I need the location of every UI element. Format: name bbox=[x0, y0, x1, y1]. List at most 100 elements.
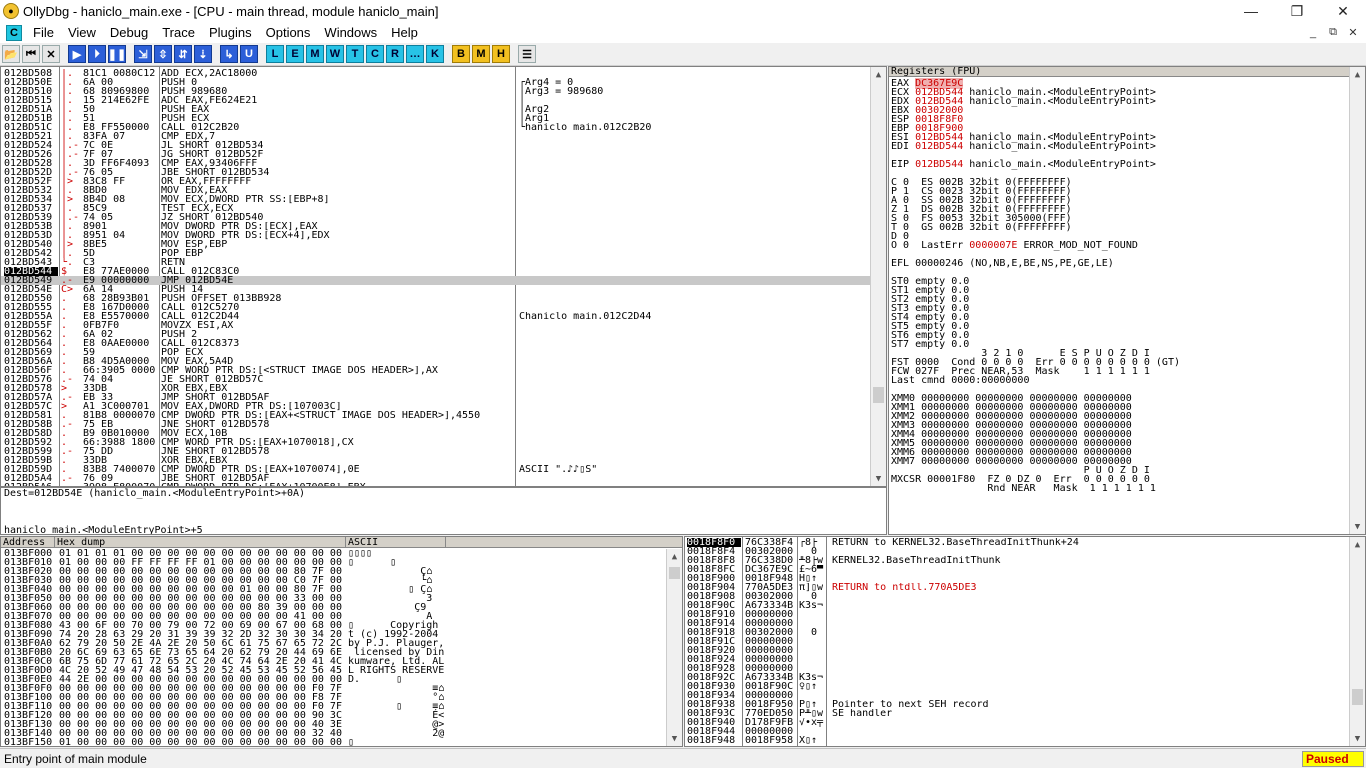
disasm-row[interactable]: 012BD51B |. 51 PUSH ECX │Arg1 bbox=[1, 114, 870, 123]
disasm-row[interactable]: 012BD581. 81B8 0000070 CMP DWORD PTR DS:[E… bbox=[1, 411, 870, 420]
disasm-row[interactable]: 012BD576 .- 74 04 JE SHORT 012BD57C bbox=[1, 375, 870, 384]
close-program-icon[interactable]: ✕ bbox=[42, 45, 60, 63]
menu-help[interactable]: Help bbox=[384, 25, 425, 40]
stack-row[interactable]: 0018F908 00302000 0 bbox=[685, 592, 1349, 601]
menu-windows[interactable]: Windows bbox=[317, 25, 384, 40]
stack-row[interactable]: 0018F91C 00000000 bbox=[685, 637, 1349, 646]
disassembly-scrollbar[interactable]: ▲ ▼ bbox=[870, 67, 886, 486]
disasm-row[interactable]: 012BD58B .- 75 EB JNE SHORT 012BD578 bbox=[1, 420, 870, 429]
disasm-row[interactable]: 012BD521 |. 83FA 07 CMP EDX,7 bbox=[1, 132, 870, 141]
disasm-row[interactable]: 012BD57C > A1 3C000701 MOV EAX,DWORD PTR DS… bbox=[1, 402, 870, 411]
dump-header-address[interactable]: Address bbox=[1, 537, 55, 548]
disasm-row[interactable]: 012BD55A. E8 E5570000 CALL 012C2D44 Chanicl… bbox=[1, 312, 870, 321]
cpu-window-icon[interactable]: C bbox=[6, 24, 22, 41]
disasm-row[interactable]: 012BD562. 6A 02 PUSH 2 bbox=[1, 330, 870, 339]
stack-row[interactable]: 0018F938 0018F950 P▯↑ Pointer to next SEH r… bbox=[685, 700, 1349, 709]
disasm-row[interactable]: 012BD56A. B8 4D5A0000 MOV EAX,5A4D bbox=[1, 357, 870, 366]
disasm-row[interactable]: 012BD526 |.- 7F 07 JG SHORT 012BD52F bbox=[1, 150, 870, 159]
disasm-row[interactable]: 012BD524 |.- 7C 0E JL SHORT 012BD534 bbox=[1, 141, 870, 150]
minimize-button[interactable]: — bbox=[1228, 0, 1274, 22]
disasm-row[interactable]: 012BD58D. B9 0B010000 MOV ECX,10B bbox=[1, 429, 870, 438]
disasm-row[interactable]: 012BD53D |. 8951 04 MOV DWORD PTR DS:[ECX+4… bbox=[1, 231, 870, 240]
disasm-row[interactable]: 012BD532 |. 8BD0 MOV EDX,EAX bbox=[1, 186, 870, 195]
register-value[interactable]: 0000007E bbox=[969, 240, 1017, 251]
disasm-row[interactable]: 012BD540 |> 8BE5 MOV ESP,EBP bbox=[1, 240, 870, 249]
stack-row[interactable]: 0018F944 00000000 bbox=[685, 727, 1349, 736]
register-line[interactable]: O 0 LastErr 0000007E ERROR_MOD_NOT_FOUND bbox=[889, 240, 1365, 251]
disasm-row[interactable]: 012BD508 |. 81C1 0080C12 ADD ECX,2AC18000 bbox=[1, 69, 870, 78]
disasm-row[interactable]: 012BD555. E8 167D0000 CALL 012C5270 bbox=[1, 303, 870, 312]
stack-row[interactable]: 0018F920 00000000 bbox=[685, 646, 1349, 655]
stack-row[interactable]: 0018F904 770A5DE3 π]▯w RETURN to ntdll.770A… bbox=[685, 583, 1349, 592]
options-list-icon[interactable]: ☰ bbox=[518, 45, 536, 63]
stack-row[interactable]: 0018F8F0 76C338F4 ┌8├ RETURN to KERNEL32.Ba… bbox=[685, 538, 1349, 547]
disasm-row[interactable]: 012BD52D |.- 76 05 JBE SHORT 012BD534 bbox=[1, 168, 870, 177]
references-window-icon[interactable]: R bbox=[386, 45, 404, 63]
registers-pane[interactable]: Registers (FPU) EAX DC367E9C ECX 012BD544… bbox=[888, 66, 1366, 535]
execute-till-return-icon[interactable]: ↳ bbox=[220, 45, 238, 63]
disasm-row[interactable]: 012BD564. E8 0AAE0000 CALL 012C8373 bbox=[1, 339, 870, 348]
stack-row[interactable]: 0018F918 00302000 0 bbox=[685, 628, 1349, 637]
stack-row[interactable]: 0018F8FC DC367E9C £~6▀ bbox=[685, 565, 1349, 574]
close-button[interactable]: ✕ bbox=[1320, 0, 1366, 22]
disasm-row[interactable]: 012BD51A |. 50 PUSH EAX │Arg2 bbox=[1, 105, 870, 114]
memory-breakpoints-icon[interactable]: M bbox=[472, 45, 490, 63]
register-line[interactable]: Last cmnd 0000:00000000 bbox=[889, 376, 1365, 386]
run-trace-window-icon[interactable]: … bbox=[406, 45, 424, 63]
disasm-row[interactable]: 012BD52F |> 83C8 FF OR EAX,FFFFFFFF bbox=[1, 177, 870, 186]
disasm-row[interactable]: 012BD543 └. C3 RETN bbox=[1, 258, 870, 267]
stack-row[interactable]: 0018F940 D178F9FB √∙x╤ bbox=[685, 718, 1349, 727]
disasm-row[interactable]: 012BD592. 66:3988 1800 CMP WORD PTR DS:[EA… bbox=[1, 438, 870, 447]
stack-row[interactable]: 0018F914 00000000 bbox=[685, 619, 1349, 628]
disasm-row[interactable]: 012BD515 |. 15 214E62FE ADC EAX,FE624E21 │ bbox=[1, 96, 870, 105]
disasm-row[interactable]: 012BD539 |.- 74 05 JZ SHORT 012BD540 bbox=[1, 213, 870, 222]
disasm-row[interactable]: 012BD549 .- E9 00000000 JMP 012BD54E bbox=[1, 276, 870, 285]
stack-row[interactable]: 0018F934 00000000 bbox=[685, 691, 1349, 700]
dump-pane[interactable]: Address Hex dump ASCII 013BF000 01 01 01 … bbox=[0, 536, 683, 747]
run-thread-icon[interactable]: ⏵ bbox=[88, 45, 106, 63]
stack-row[interactable]: 0018F910 00000000 bbox=[685, 610, 1349, 619]
disasm-row[interactable]: 012BD578 >33DB XOR EBX,EBX bbox=[1, 384, 870, 393]
stack-row[interactable]: 0018F900 0018F948 H▯↑ bbox=[685, 574, 1349, 583]
step-over-icon[interactable]: ⇳ bbox=[154, 45, 172, 63]
register-line[interactable]: T 0 GS 002B 32bit 0(FFFFFFFF) bbox=[889, 223, 1365, 233]
disasm-row[interactable]: 012BD57A .- EB 33 JMP SHORT 012BD5AF bbox=[1, 393, 870, 402]
disasm-row[interactable]: 012BD510 |. 68 80969800 PUSH 989680 │Arg3 = … bbox=[1, 87, 870, 96]
register-line[interactable]: Rnd NEAR Mask 1 1 1 1 1 1 bbox=[889, 484, 1365, 494]
stack-pane[interactable]: 0018F8F0 76C338F4 ┌8├ RETURN to KERNEL32.Ba… bbox=[684, 536, 1366, 747]
registers-scrollbar[interactable]: ▲ ▼ bbox=[1349, 67, 1365, 534]
disasm-row[interactable]: 012BD534 |> 8B4D 08 MOV ECX,DWORD PTR SS:[E… bbox=[1, 195, 870, 204]
stack-row[interactable]: 0018F92C A673334B K3s¬ bbox=[685, 673, 1349, 682]
stack-row[interactable]: 0018F8F4 00302000 0 bbox=[685, 547, 1349, 556]
mdi-restore-icon[interactable]: ⧉ bbox=[1324, 25, 1342, 41]
disasm-row[interactable]: 012BD56F. 66:3905 0000 CMP WORD PTR DS:[<S… bbox=[1, 366, 870, 375]
log-window-icon[interactable]: L bbox=[266, 45, 284, 63]
register-value[interactable]: 012BD544 bbox=[915, 159, 963, 170]
menu-view[interactable]: View bbox=[61, 25, 103, 40]
cpu-window-button-icon[interactable]: C bbox=[366, 45, 384, 63]
disasm-row[interactable]: 012BD51C |. E8 FF550000 CALL 012C2B20 └hanic… bbox=[1, 123, 870, 132]
menu-debug[interactable]: Debug bbox=[103, 25, 155, 40]
dump-header-hex[interactable]: Hex dump bbox=[55, 537, 346, 548]
disasm-row[interactable]: 012BD542 |. 5D POP EBP bbox=[1, 249, 870, 258]
disasm-row[interactable]: 012BD5A4 .- 76 09 JBE SHORT 012BD5AF bbox=[1, 474, 870, 483]
stack-row[interactable]: 0018F93C 770ED050 P╨▯w SE handler bbox=[685, 709, 1349, 718]
disasm-row[interactable]: 012BD59B. 33DB XOR EBX,EBX bbox=[1, 456, 870, 465]
step-into-icon[interactable]: ⇲ bbox=[134, 45, 152, 63]
menu-file[interactable]: File bbox=[26, 25, 61, 40]
open-icon[interactable]: 📂 bbox=[2, 45, 20, 63]
run-icon[interactable]: ▶ bbox=[68, 45, 86, 63]
disasm-row[interactable]: 012BD54E C> 6A 14 PUSH 14 bbox=[1, 285, 870, 294]
dump-row[interactable]: 013BF150 01 00 00 00 00 00 00 00 00 00 00… bbox=[1, 738, 682, 747]
stack-row[interactable]: 0018F8F8 76C338D0 ╨8├w KERNEL32.BaseThreadI… bbox=[685, 556, 1349, 565]
dump-header-ascii[interactable]: ASCII bbox=[346, 537, 446, 548]
disasm-row[interactable]: 012BD537 |. 85C9 TEST ECX,ECX bbox=[1, 204, 870, 213]
trace-into-icon[interactable]: ⇵ bbox=[174, 45, 192, 63]
menu-trace[interactable]: Trace bbox=[155, 25, 202, 40]
threads-window-icon[interactable]: T bbox=[346, 45, 364, 63]
dump-scrollbar[interactable]: ▲ ▼ bbox=[666, 549, 682, 746]
call-stack-window-icon[interactable]: K bbox=[426, 45, 444, 63]
disasm-row[interactable]: 012BD59D. 83B8 7400070 CMP DWORD PTR DS:[E… bbox=[1, 465, 870, 474]
stack-row[interactable]: 0018F930 0018F90C ♀▯↑ bbox=[685, 682, 1349, 691]
disasm-row[interactable]: 012BD55F. 0FB7F0 MOVZX ESI,AX bbox=[1, 321, 870, 330]
